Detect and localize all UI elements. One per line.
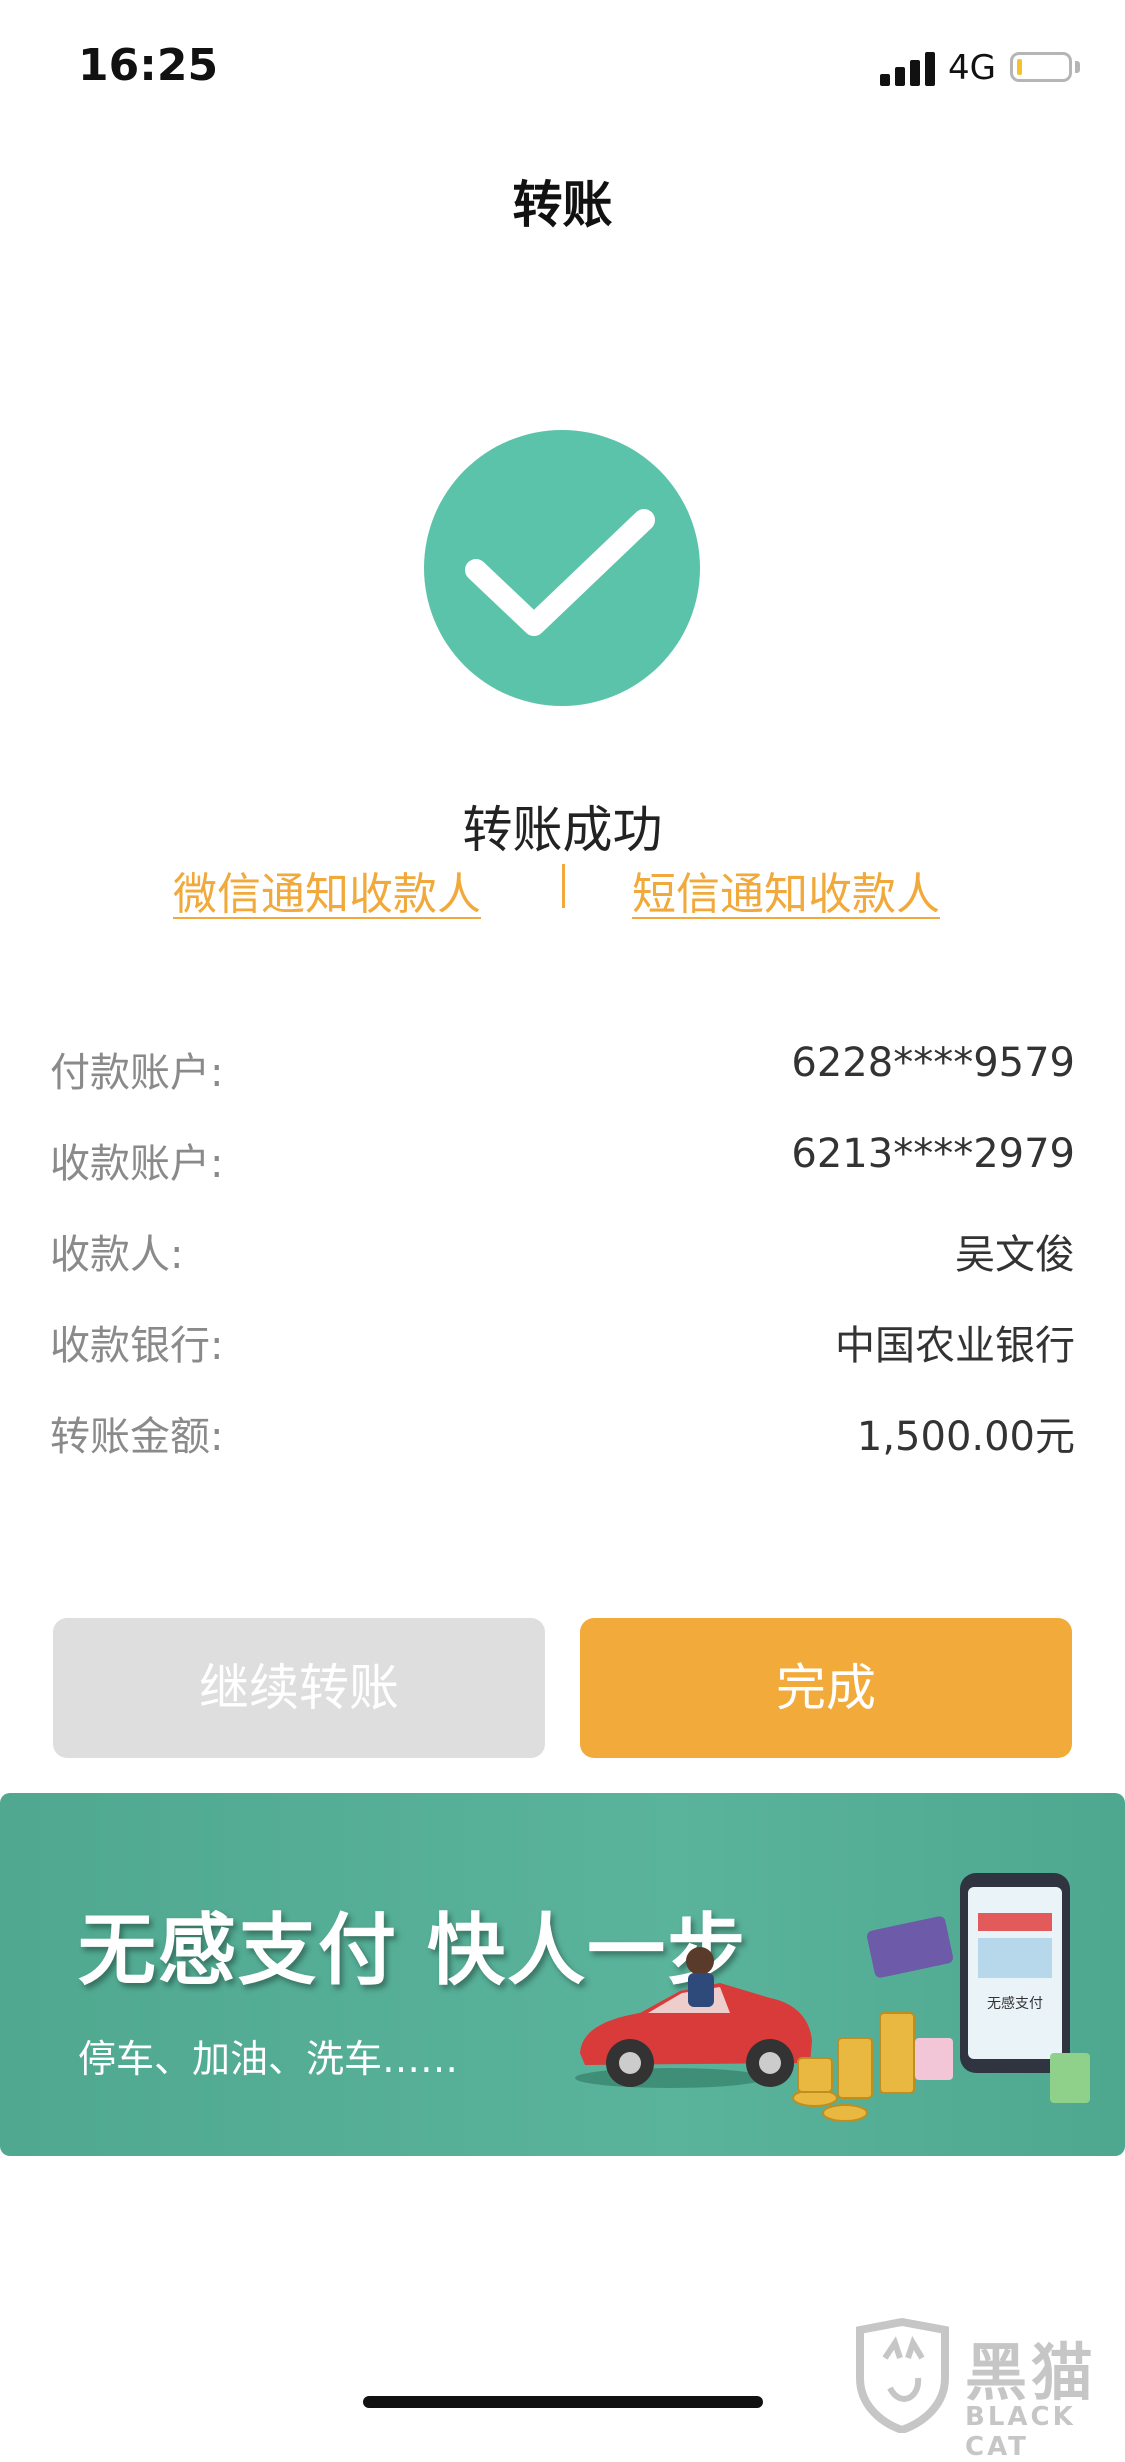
detail-row-amount: 转账金额: 1,500.00元 bbox=[50, 1404, 1075, 1464]
car-payment-illustration: 无感支付 bbox=[575, 1873, 1090, 2122]
sms-notify-link[interactable]: 短信通知收款人 bbox=[632, 858, 940, 922]
status-bar: 16:25 4G bbox=[0, 0, 1125, 130]
illustration-label: 无感支付 bbox=[987, 1995, 1043, 2012]
detail-row-payee-name: 收款人: 吴文俊 bbox=[50, 1222, 1075, 1282]
notify-options: 微信通知收款人 短信通知收款人 bbox=[0, 858, 1125, 928]
watermark-text: 黑猫 bbox=[965, 2336, 1098, 2409]
done-button[interactable]: 完成 bbox=[580, 1618, 1072, 1758]
watermark-subtext: BLACK CAT bbox=[965, 2402, 1076, 2462]
detail-label: 收款银行: bbox=[50, 1323, 224, 1369]
detail-row-payee-account: 收款账户: 6213****2979 bbox=[50, 1131, 1075, 1191]
network-type: 4G bbox=[948, 48, 996, 88]
divider bbox=[562, 864, 565, 908]
detail-label: 收款人: bbox=[50, 1232, 184, 1278]
cat-shield-icon bbox=[856, 2317, 949, 2435]
detail-value: 吴文俊 bbox=[955, 1232, 1075, 1278]
detail-value: 6228****9579 bbox=[791, 1040, 1075, 1086]
wechat-notify-link[interactable]: 微信通知收款人 bbox=[173, 858, 481, 922]
detail-value: 1,500.00元 bbox=[856, 1414, 1075, 1460]
home-indicator bbox=[363, 2396, 763, 2408]
detail-label: 转账金额: bbox=[50, 1414, 224, 1460]
battery-tip bbox=[1075, 61, 1080, 73]
banner-subtitle: 停车、加油、洗车…… bbox=[78, 2037, 459, 2081]
detail-row-payer-account: 付款账户: 6228****9579 bbox=[50, 1040, 1075, 1100]
continue-transfer-button[interactable]: 继续转账 bbox=[53, 1618, 545, 1758]
signal-strength-icon bbox=[880, 52, 936, 86]
page-title: 转账 bbox=[512, 176, 613, 234]
blackcat-watermark: 黑猫 BLACK CAT bbox=[850, 2317, 1120, 2462]
detail-label: 付款账户: bbox=[50, 1050, 224, 1096]
detail-label: 收款账户: bbox=[50, 1141, 224, 1187]
transfer-success-text: 转账成功 bbox=[462, 801, 663, 859]
detail-value: 6213****2979 bbox=[791, 1131, 1075, 1177]
detail-row-payee-bank: 收款银行: 中国农业银行 bbox=[50, 1313, 1075, 1373]
detail-value: 中国农业银行 bbox=[835, 1323, 1075, 1369]
promo-banner[interactable]: 无感支付 快人一步 停车、加油、洗车…… 无感支付 bbox=[0, 1793, 1125, 2156]
status-time: 16:25 bbox=[78, 40, 219, 91]
battery-icon bbox=[1010, 52, 1072, 82]
checkmark-icon bbox=[424, 430, 700, 706]
